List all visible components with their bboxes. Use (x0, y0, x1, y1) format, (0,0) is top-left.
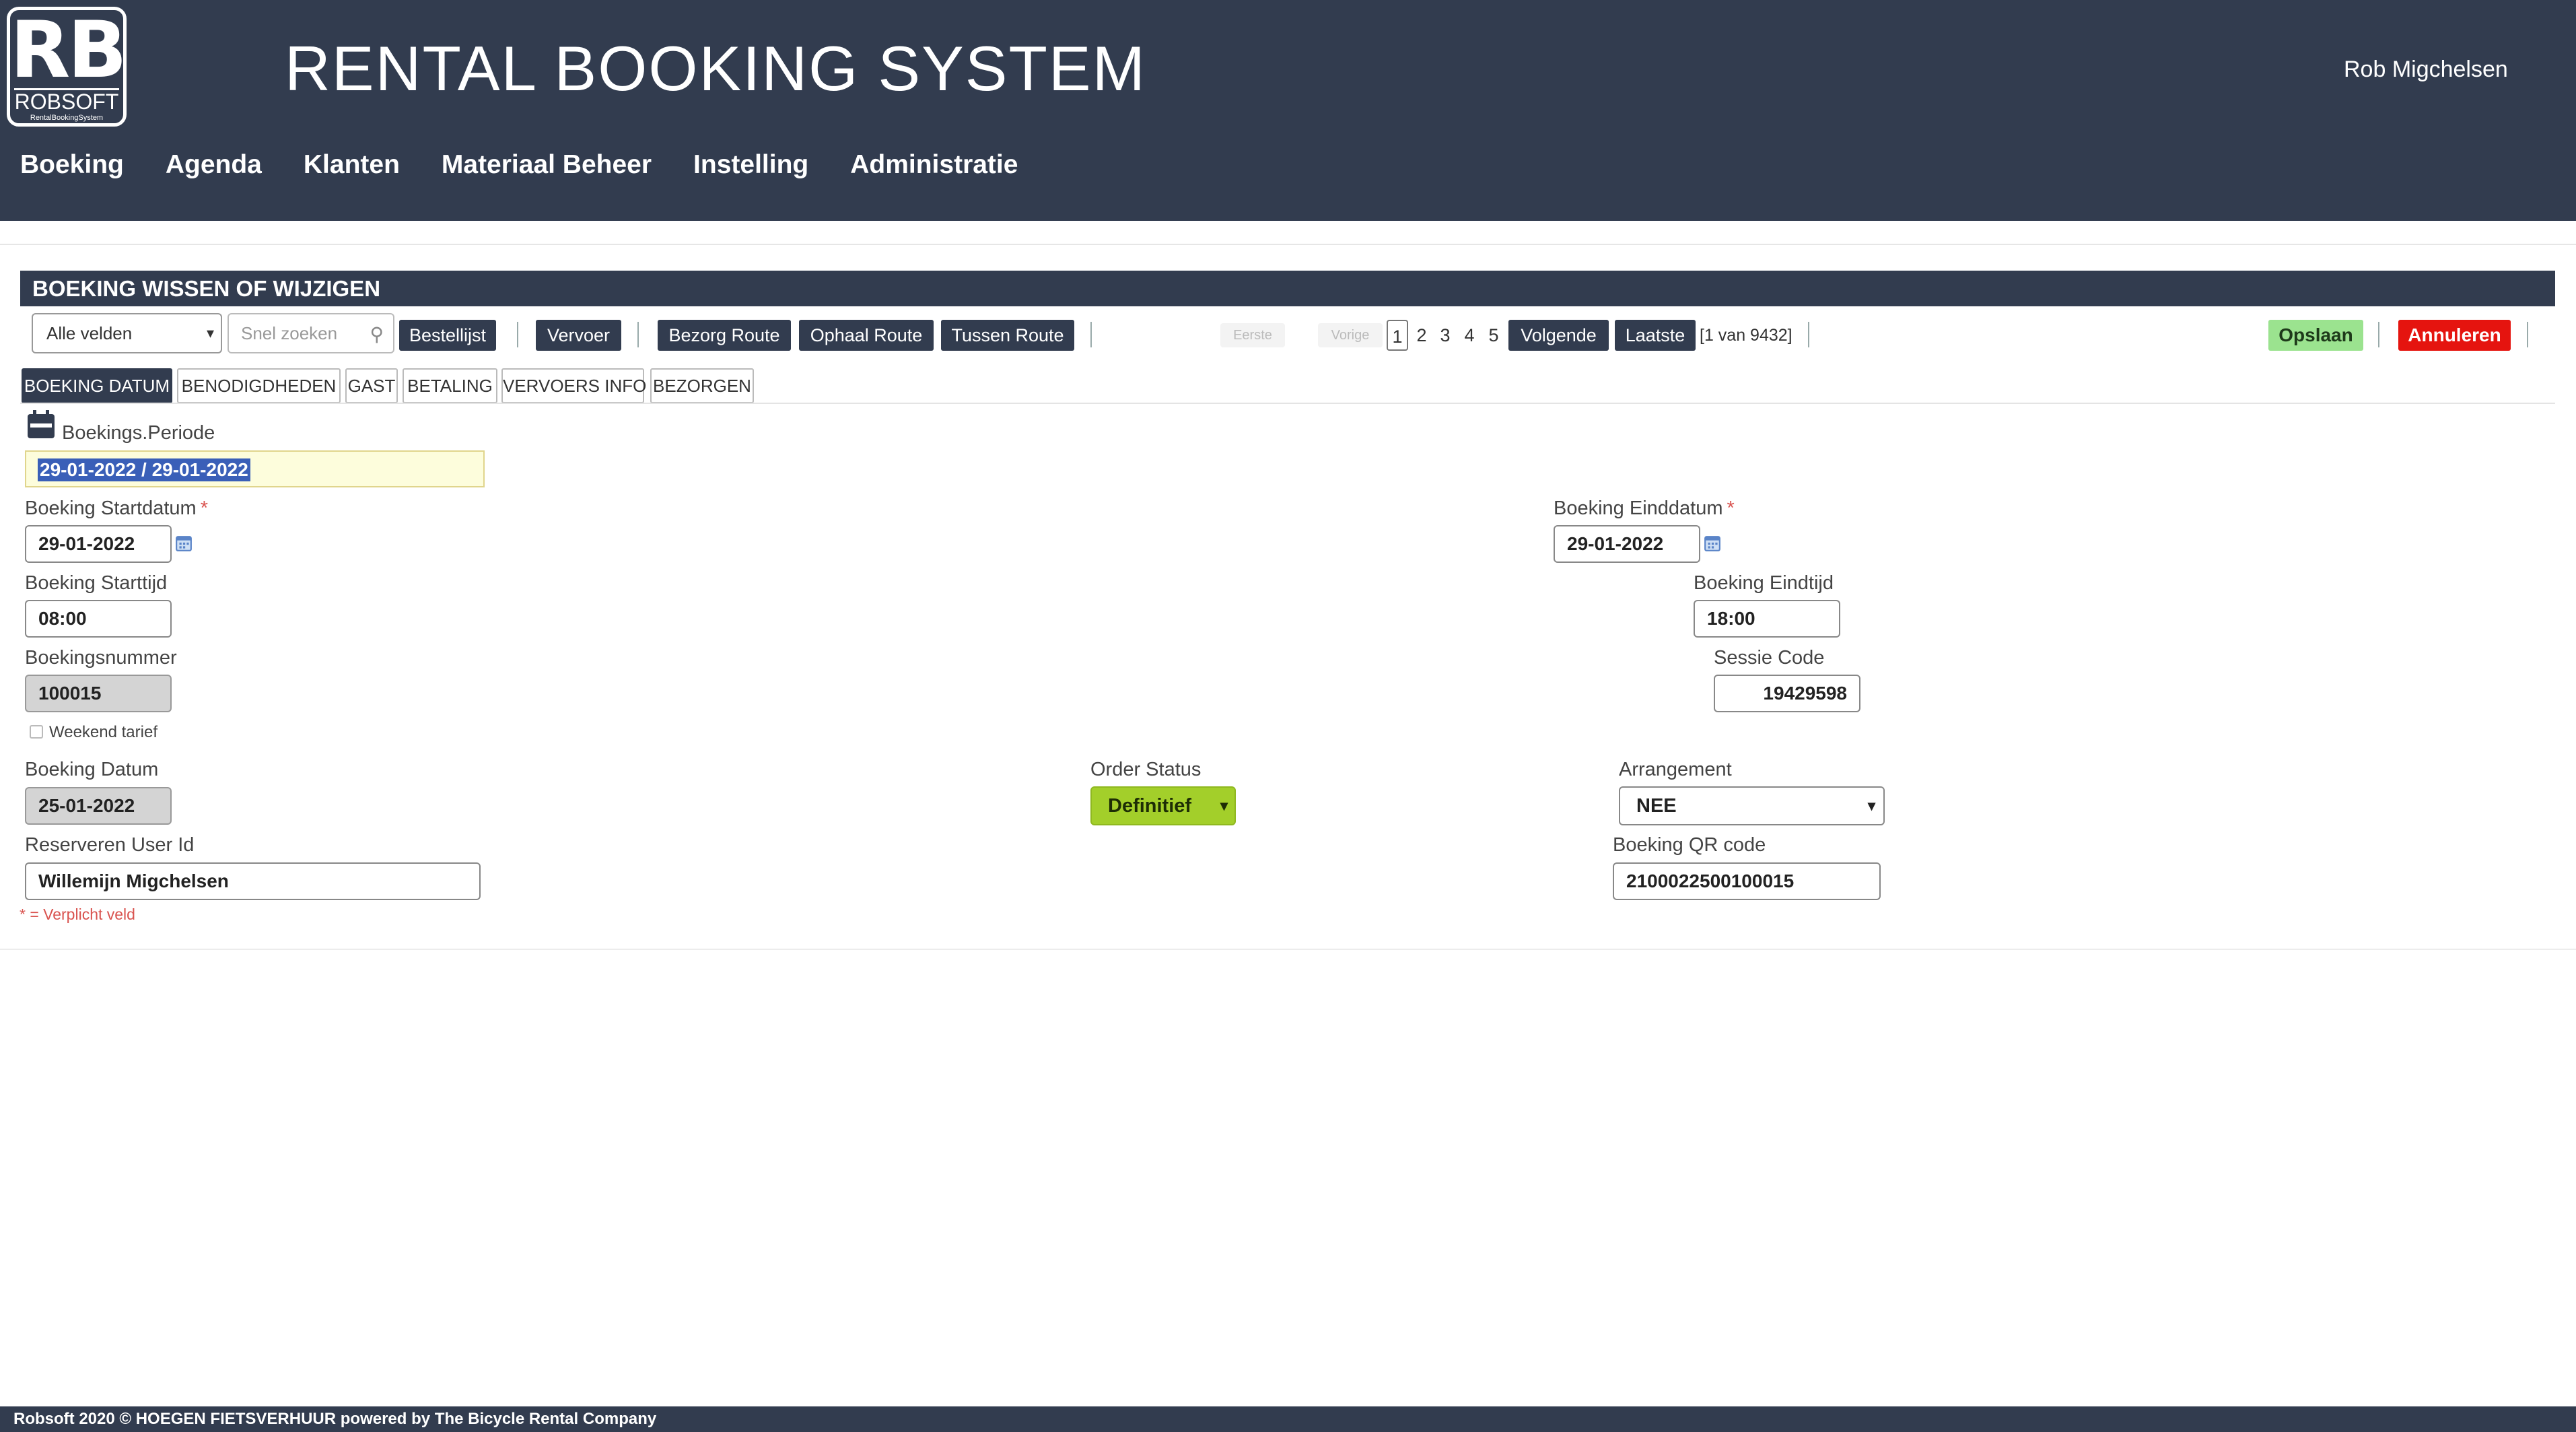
tab-benodigdheden[interactable]: BENODIGDHEDEN (177, 368, 341, 403)
sessie-code-label: Sessie Code (1714, 647, 1825, 669)
nav-item-instelling[interactable]: Instelling (693, 145, 808, 185)
page-2-link[interactable]: 2 (1411, 320, 1432, 351)
startdatum-label-text: Boeking Startdatum (25, 498, 197, 519)
main-nav: Boeking Agenda Klanten Materiaal Beheer … (20, 145, 1059, 185)
toolbar-separator (517, 322, 518, 347)
tab-boeking-datum[interactable]: BOEKING DATUM (22, 368, 172, 403)
order-status-label: Order Status (1090, 759, 1202, 780)
startdatum-label: Boeking Startdatum * (25, 498, 208, 520)
search-input[interactable]: Snel zoeken ⚲ (228, 313, 394, 353)
boeking-datum-field: 25-01-2022 (25, 787, 172, 825)
page-footer: Robsoft 2020 © HOEGEN FIETSVERHUUR power… (0, 1406, 2576, 1432)
boeking-datum-label: Boeking Datum (25, 759, 159, 780)
toolbar-separator (2527, 322, 2528, 347)
eindtijd-label: Boeking Eindtijd (1694, 572, 1834, 594)
search-icon: ⚲ (370, 324, 384, 345)
app-header: RB ROBSOFT RentalBookingSystem RENTAL BO… (0, 0, 2576, 221)
weekend-tarief-checkbox[interactable] (30, 725, 43, 739)
field-select-value: Alle velden (46, 323, 133, 343)
user-name[interactable]: Rob Migchelsen (2344, 57, 2508, 83)
tab-gast[interactable]: GAST (345, 368, 398, 403)
chevron-down-icon: ▾ (1867, 797, 1875, 814)
cancel-button[interactable]: Annuleren (2398, 320, 2511, 351)
chevron-down-icon: ▾ (1220, 797, 1228, 814)
nav-item-agenda[interactable]: Agenda (166, 145, 262, 185)
nav-item-materiaal-beheer[interactable]: Materiaal Beheer (442, 145, 652, 185)
tab-betaling[interactable]: BETALING (403, 368, 497, 403)
bestellijst-button[interactable]: Bestellijst (399, 320, 496, 351)
required-mark: * (200, 498, 208, 519)
tab-bezorgen[interactable]: BEZORGEN (650, 368, 754, 403)
page-1-link[interactable]: 1 (1387, 320, 1408, 351)
logo-tagline: RentalBookingSystem (30, 114, 104, 122)
starttijd-input[interactable]: 08:00 (25, 600, 172, 638)
user-id-label: Reserveren User Id (25, 834, 195, 856)
last-page-button[interactable]: Laatste (1615, 320, 1696, 351)
periode-label: Boekings.Periode (62, 422, 215, 444)
user-id-input[interactable]: Willemijn Migchelsen (25, 862, 481, 900)
einddatum-label-text: Boeking Einddatum (1554, 498, 1723, 519)
logo-brand: ROBSOFT (14, 88, 119, 114)
nav-item-administratie[interactable]: Administratie (850, 145, 1018, 185)
tab-divider (20, 403, 2555, 404)
required-mark: * (1727, 498, 1735, 519)
page-3-link[interactable]: 3 (1434, 320, 1456, 351)
starttijd-label: Boeking Starttijd (25, 572, 168, 594)
order-status-value: Definitief (1108, 795, 1192, 817)
footer-text: Robsoft 2020 © HOEGEN FIETSVERHUUR power… (13, 1410, 657, 1428)
search-placeholder: Snel zoeken (241, 323, 338, 343)
vervoer-button[interactable]: Vervoer (536, 320, 621, 351)
header-divider (0, 244, 2576, 245)
qr-code-input[interactable]: 2100022500100015 (1613, 862, 1881, 900)
periode-input[interactable]: 29-01-2022 / 29-01-2022 (25, 450, 485, 487)
qr-code-label: Boeking QR code (1613, 834, 1766, 856)
next-page-button[interactable]: Volgende (1508, 320, 1609, 351)
field-select[interactable]: Alle velden ▾ (32, 313, 222, 353)
periode-value: 29-01-2022 / 29-01-2022 (38, 458, 250, 481)
tussen-route-button[interactable]: Tussen Route (941, 320, 1074, 351)
tab-vervoers-info[interactable]: VERVOERS INFO (501, 368, 646, 403)
sessie-code-field[interactable]: 19429598 (1714, 675, 1860, 712)
calendar-icon (28, 410, 55, 438)
startdatum-input[interactable]: 29-01-2022 (25, 525, 172, 563)
page-info: [1 van 9432] (1700, 326, 1792, 345)
prev-page-button[interactable]: Vorige (1318, 323, 1383, 347)
eindtijd-input[interactable]: 18:00 (1694, 600, 1840, 638)
page-4-link[interactable]: 4 (1459, 320, 1480, 351)
date-picker-icon[interactable] (175, 535, 193, 552)
logo-letters: RB (10, 5, 127, 96)
einddatum-input[interactable]: 29-01-2022 (1554, 525, 1700, 563)
date-picker-icon[interactable] (1704, 535, 1721, 552)
robsoft-logo[interactable]: RB ROBSOFT RentalBookingSystem (7, 7, 127, 127)
nav-item-klanten[interactable]: Klanten (304, 145, 400, 185)
arrangement-value: NEE (1636, 795, 1677, 817)
weekend-tarief-label: Weekend tarief (49, 723, 158, 741)
toolbar-separator (2378, 322, 2379, 347)
section-bar: BOEKING WISSEN OF WIJZIGEN (20, 271, 2555, 306)
first-page-button[interactable]: Eerste (1220, 323, 1285, 347)
chevron-down-icon: ▾ (206, 325, 214, 341)
page-5-link[interactable]: 5 (1483, 320, 1504, 351)
order-status-select[interactable]: Definitief ▾ (1090, 786, 1236, 825)
form-divider (0, 949, 2576, 950)
arrangement-label: Arrangement (1619, 759, 1732, 780)
toolbar-separator (1808, 322, 1809, 347)
boekingsnummer-field: 100015 (25, 675, 172, 712)
bezorg-route-button[interactable]: Bezorg Route (658, 320, 791, 351)
save-button[interactable]: Opslaan (2268, 320, 2363, 351)
ophaal-route-button[interactable]: Ophaal Route (799, 320, 934, 351)
required-note: * = Verplicht veld (20, 906, 135, 923)
nav-item-boeking[interactable]: Boeking (20, 145, 124, 185)
arrangement-select[interactable]: NEE ▾ (1619, 786, 1885, 825)
app-title: RENTAL BOOKING SYSTEM (285, 33, 1146, 104)
toolbar-separator (637, 322, 639, 347)
boekingsnummer-label: Boekingsnummer (25, 647, 177, 669)
section-title: BOEKING WISSEN OF WIJZIGEN (32, 276, 381, 301)
toolbar-separator (1090, 322, 1092, 347)
einddatum-label: Boeking Einddatum * (1554, 498, 1735, 520)
